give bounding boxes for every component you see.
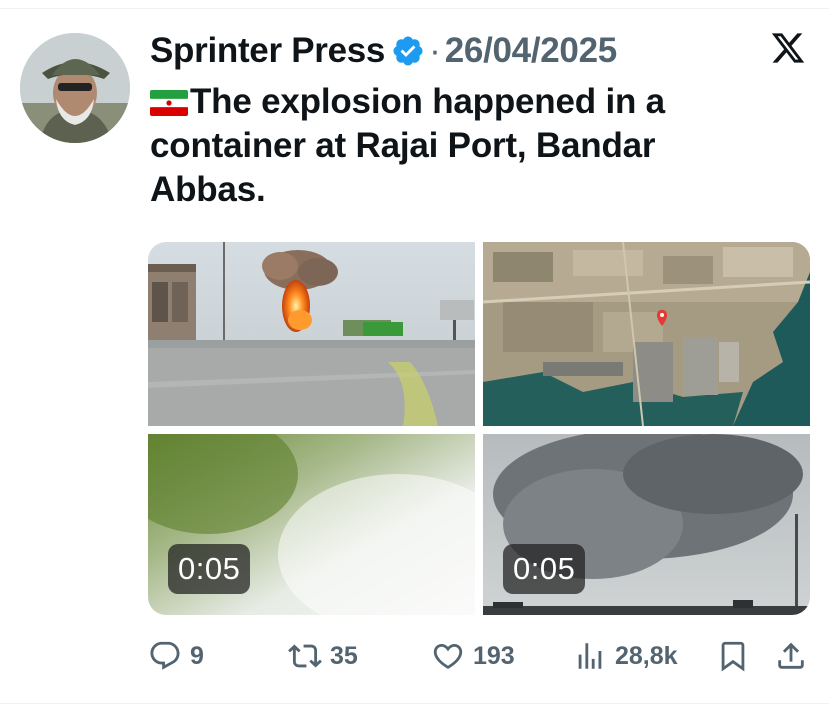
repost-count: 35 — [330, 641, 358, 670]
video-duration-badge: 0:05 — [168, 544, 251, 594]
avatar[interactable] — [20, 33, 130, 143]
top-divider — [0, 8, 829, 9]
photo-explosion-road[interactable] — [148, 242, 475, 426]
views-chart-icon — [578, 643, 602, 669]
post-text-body: The explosion happened in a container at… — [150, 82, 665, 209]
post-date[interactable]: 26/04/2025 — [445, 31, 617, 71]
video-duration-badge: 0:05 — [503, 544, 586, 594]
bottom-divider — [0, 703, 829, 704]
reply-button[interactable]: 9 — [148, 634, 204, 678]
video-1[interactable]: 0:05 — [148, 434, 475, 615]
media-grid: 0:05 0:05 — [148, 242, 810, 615]
repost-button[interactable]: 35 — [288, 634, 358, 678]
like-button[interactable]: 193 — [431, 634, 515, 678]
video-2[interactable]: 0:05 — [483, 434, 810, 615]
author-name[interactable]: Sprinter Press — [150, 31, 385, 71]
share-button[interactable] — [774, 634, 808, 678]
views-count: 28,8k — [615, 641, 678, 670]
iran-flag-icon — [150, 90, 188, 116]
bookmark-icon — [721, 641, 745, 672]
reply-count: 9 — [190, 641, 204, 670]
avatar-image — [20, 33, 130, 143]
post-text: The explosion happened in a container at… — [150, 80, 770, 212]
heart-icon — [433, 643, 463, 669]
x-logo-icon[interactable] — [770, 30, 806, 66]
photo-port-map[interactable] — [483, 242, 810, 426]
port-satellite-map-image — [483, 242, 810, 426]
post-header: Sprinter Press · 26/04/2025 — [150, 26, 617, 76]
explosion-road-image — [148, 242, 475, 426]
reply-icon — [150, 641, 180, 670]
share-icon — [778, 642, 804, 669]
bookmark-button[interactable] — [716, 634, 750, 678]
separator-dot: · — [429, 31, 441, 70]
views-button[interactable]: 28,8k — [573, 634, 678, 678]
repost-icon — [288, 644, 322, 668]
action-bar: 9 35 193 28,8k — [148, 634, 810, 678]
verified-badge-icon — [393, 36, 423, 66]
like-count: 193 — [473, 641, 515, 670]
